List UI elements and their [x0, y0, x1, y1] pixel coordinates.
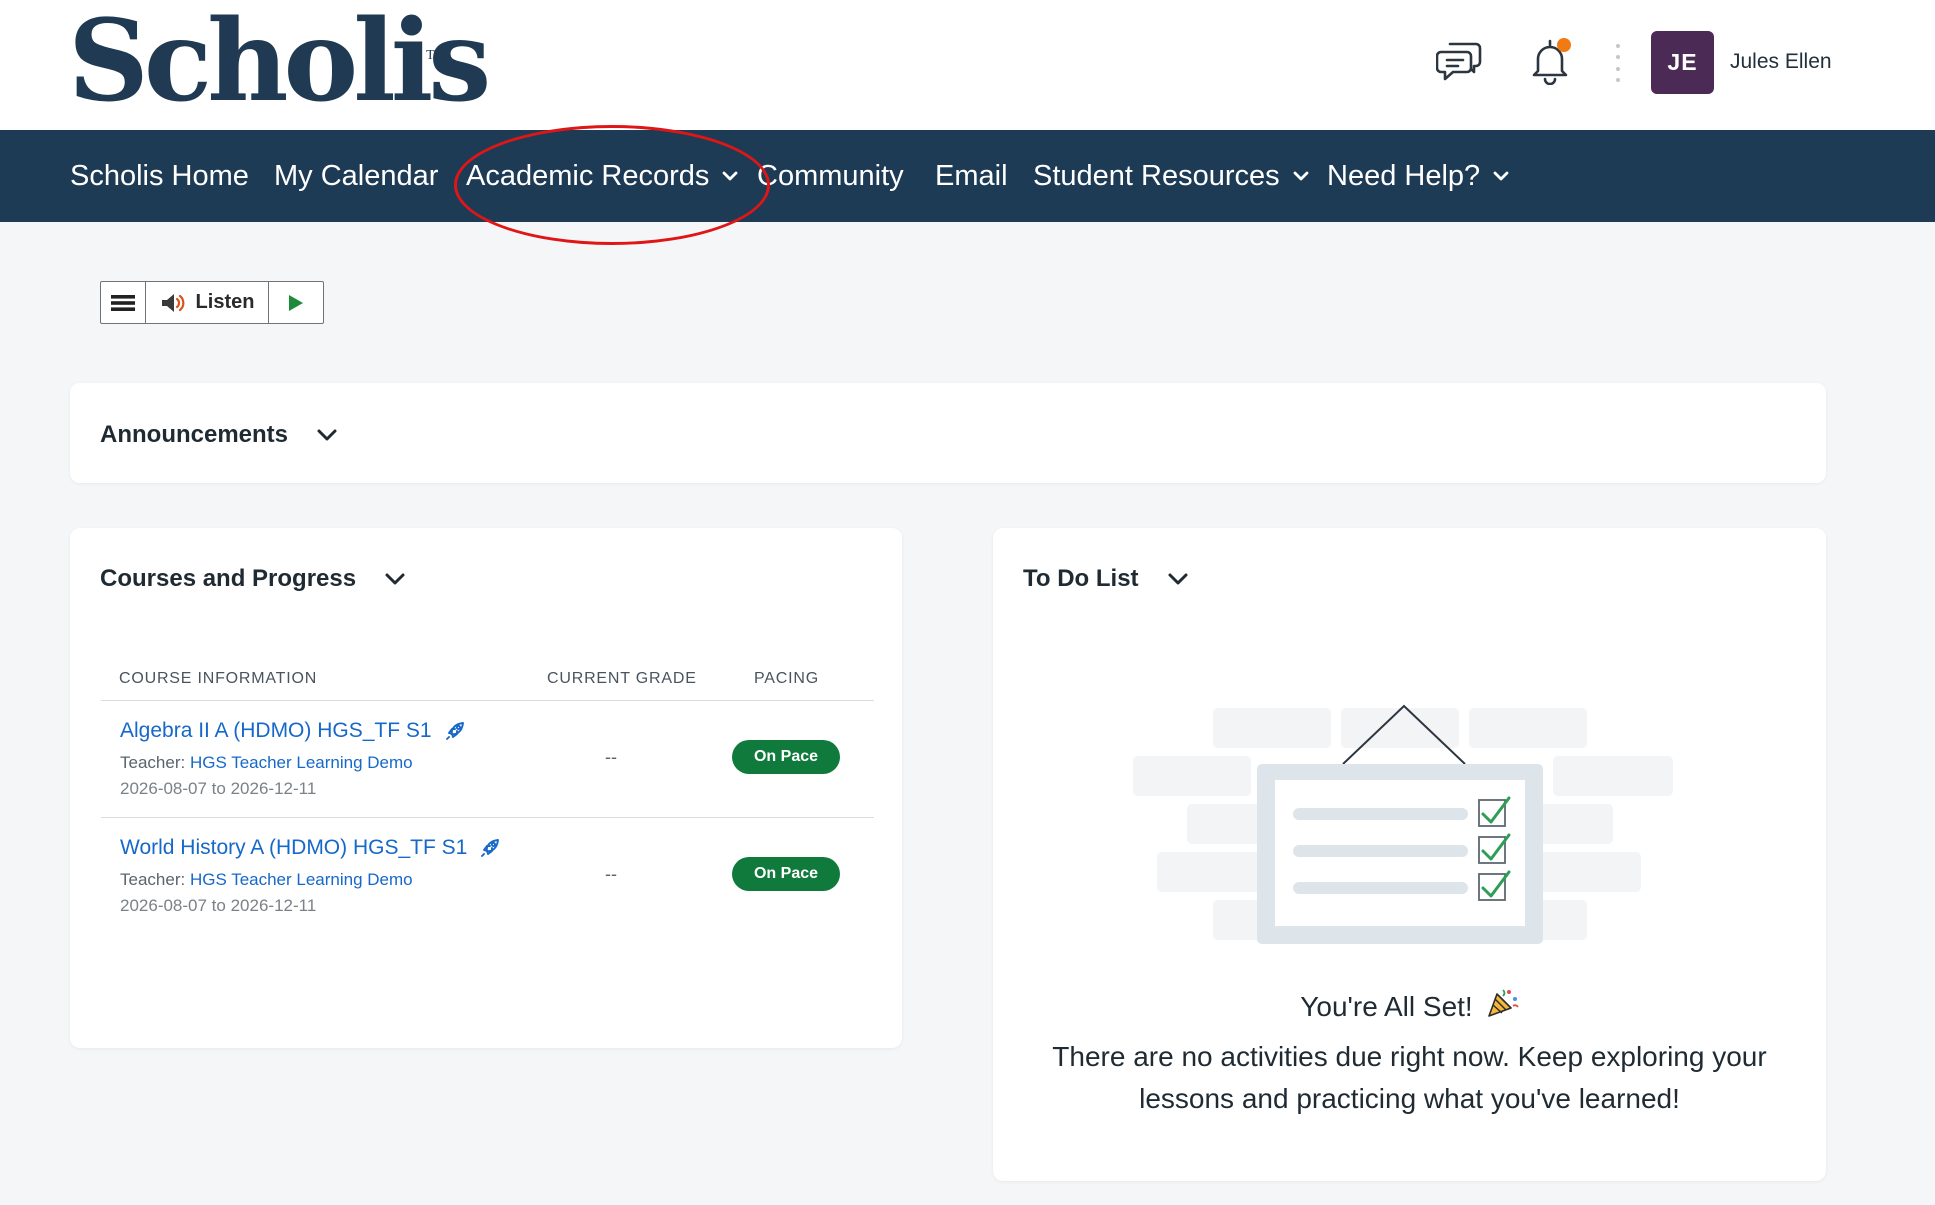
rocket-icon	[479, 837, 501, 859]
todo-empty-message: There are no activities due right now. K…	[1052, 1041, 1767, 1114]
chevron-down-icon	[1292, 170, 1310, 182]
nav-scholis-home[interactable]: Scholis Home	[70, 158, 249, 194]
checklist-illustration	[1123, 668, 1683, 968]
nav-label: Student Resources	[1033, 159, 1280, 192]
course-name: Algebra II A (HDMO) HGS_TF S1	[120, 719, 432, 742]
course-teacher: Teacher: HGS Teacher Learning Demo	[120, 753, 413, 773]
user-name[interactable]: Jules Ellen	[1730, 50, 1832, 74]
table-row: World History A (HDMO) HGS_TF S1 Teacher…	[101, 818, 874, 934]
top-header: Scholis TM JE Jules Ellen	[0, 0, 1935, 130]
card-title-text: To Do List	[1023, 565, 1139, 592]
nav-label: Scholis Home	[70, 159, 249, 192]
teacher-label: Teacher:	[120, 753, 186, 772]
column-header-pacing: PACING	[754, 670, 819, 687]
nav-email[interactable]: Email	[935, 158, 1008, 194]
todo-card: To Do List You're All Set! There are no …	[993, 528, 1826, 1181]
course-name: World History A (HDMO) HGS_TF S1	[120, 836, 468, 859]
course-link[interactable]: Algebra II A (HDMO) HGS_TF S1	[120, 719, 466, 743]
header-divider-dots	[1613, 44, 1623, 82]
nav-label: My Calendar	[274, 159, 439, 192]
rocket-icon	[444, 720, 466, 742]
course-link[interactable]: World History A (HDMO) HGS_TF S1	[120, 836, 501, 860]
play-button[interactable]	[269, 282, 323, 323]
nav-label: Email	[935, 159, 1008, 192]
nav-label: Need Help?	[1327, 159, 1481, 192]
notification-dot	[1557, 38, 1571, 52]
all-set-text: You're All Set!	[1300, 990, 1473, 1022]
column-header-current-grade: CURRENT GRADE	[547, 670, 697, 687]
speaker-icon	[161, 293, 184, 312]
teacher-link[interactable]: HGS Teacher Learning Demo	[190, 870, 413, 889]
announcements-card: Announcements	[70, 383, 1826, 483]
nav-my-calendar[interactable]: My Calendar	[274, 158, 438, 194]
play-icon	[289, 294, 303, 311]
current-grade: --	[605, 864, 617, 884]
pacing-badge: On Pace	[732, 740, 840, 774]
user-avatar[interactable]: JE	[1651, 31, 1714, 94]
chevron-down-icon	[1492, 170, 1510, 182]
nav-label: Community	[757, 159, 904, 192]
teacher-link[interactable]: HGS Teacher Learning Demo	[190, 753, 413, 772]
nav-label: Academic Records	[466, 159, 710, 192]
nav-community[interactable]: Community	[757, 158, 904, 194]
chevron-down-icon[interactable]	[1167, 572, 1189, 586]
all-set-heading: You're All Set!	[993, 986, 1826, 1027]
listen-label: Listen	[195, 291, 255, 313]
main-nav: Scholis Home My Calendar Academic Record…	[0, 130, 1935, 222]
todo-title[interactable]: To Do List	[1023, 565, 1189, 593]
nav-academic-records[interactable]: Academic Records	[466, 158, 739, 194]
course-teacher: Teacher: HGS Teacher Learning Demo	[120, 870, 413, 890]
course-dates: 2026-08-07 to 2026-12-11	[120, 779, 317, 798]
courses-card: Courses and Progress COURSE INFORMATION …	[70, 528, 902, 1048]
listen-menu-button[interactable]	[101, 282, 146, 323]
teacher-label: Teacher:	[120, 870, 186, 889]
card-title-text: Announcements	[100, 421, 289, 448]
nav-need-help[interactable]: Need Help?	[1327, 158, 1510, 194]
courses-title[interactable]: Courses and Progress	[100, 565, 406, 593]
trademark-mark: TM	[426, 48, 447, 63]
current-grade: --	[605, 747, 617, 767]
listen-toolbar: Listen	[100, 281, 324, 324]
nav-student-resources[interactable]: Student Resources	[1033, 158, 1310, 194]
chevron-down-icon[interactable]	[384, 572, 406, 586]
table-row: Algebra II A (HDMO) HGS_TF S1 Teacher: H…	[101, 701, 874, 817]
messages-icon[interactable]	[1435, 36, 1485, 86]
menu-icon	[111, 294, 135, 311]
column-header-course-info: COURSE INFORMATION	[119, 670, 318, 687]
course-dates: 2026-08-07 to 2026-12-11	[120, 896, 317, 915]
announcements-title[interactable]: Announcements	[100, 421, 338, 449]
listen-button[interactable]: Listen	[146, 282, 269, 323]
card-title-text: Courses and Progress	[100, 565, 357, 592]
chevron-down-icon	[721, 170, 739, 182]
chevron-down-icon[interactable]	[316, 428, 338, 442]
pacing-badge: On Pace	[732, 857, 840, 891]
scholis-logo[interactable]: Scholis	[68, 6, 491, 118]
party-popper-icon	[1485, 986, 1519, 1027]
notifications-bell-icon[interactable]	[1525, 36, 1575, 86]
